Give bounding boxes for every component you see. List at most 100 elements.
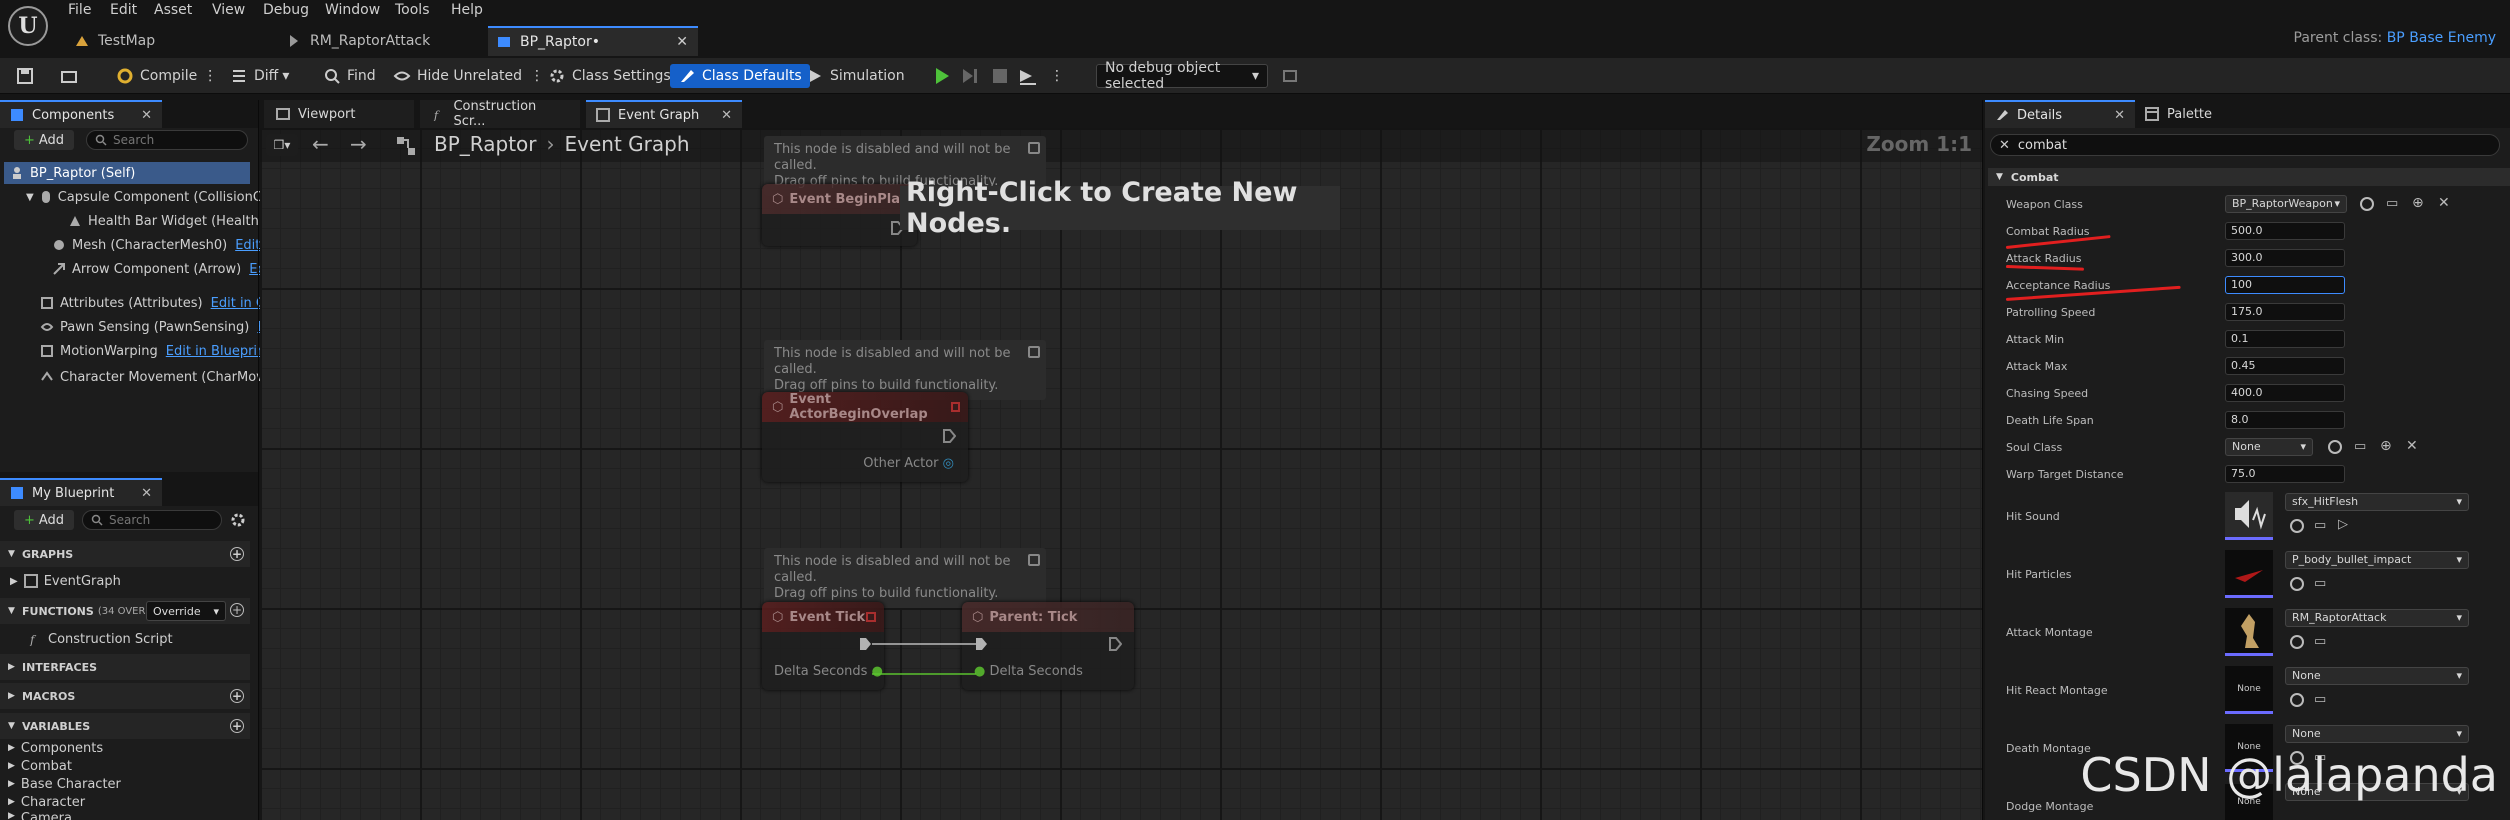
hit-react-montage-dropdown[interactable]: None ▾ [2285,667,2469,685]
component-motion-warping[interactable]: MotionWarping Edit in Blueprint [40,340,270,362]
acceptance-radius-field[interactable]: 100 [2225,276,2345,294]
hit-sound-dropdown[interactable]: sfx_HitFlesh ▾ [2285,493,2469,511]
component-character-movement[interactable]: Character Movement (CharMove [40,366,272,388]
exec-pin-icon[interactable] [1108,636,1122,652]
folder-icon[interactable]: ▭ [2314,518,2326,533]
node-event-beginplay[interactable]: ⬡ Event BeginPlay [762,184,917,246]
class-settings-button[interactable]: Class Settings [548,64,671,88]
compile-button[interactable]: Compile ⋮ [116,64,217,88]
menu-view[interactable]: View [212,2,245,20]
component-mesh[interactable]: Mesh (CharacterMesh0) Edit in [52,234,276,256]
breadcrumb-graph[interactable]: Event Graph [565,132,690,156]
browse-icon[interactable] [2290,519,2304,533]
details-search-input[interactable] [2017,137,2458,153]
component-self[interactable]: BP_Raptor (Self) [4,162,250,184]
close-icon[interactable]: ✕ [141,486,152,501]
components-tab[interactable]: Components ✕ [0,100,162,128]
soul-class-dropdown[interactable]: None ▾ [2225,438,2313,456]
folder-icon[interactable]: ▭ [2354,439,2366,454]
folder-icon[interactable]: ▭ [2314,634,2326,649]
delegate-pin-icon[interactable] [866,612,876,622]
combat-section-header[interactable]: ▼ Combat [1988,168,2510,186]
play-sound-icon[interactable]: ▷ [2338,517,2348,532]
doc-tab-bp-raptor[interactable]: BP_Raptor• ✕ [488,26,698,56]
debug-filter-icon[interactable] [1282,64,1304,88]
attack-montage-thumbnail[interactable] [2225,608,2273,656]
close-tab-icon[interactable]: ✕ [676,34,688,50]
close-icon[interactable]: ✕ [141,108,152,123]
viewport-tab[interactable]: Viewport [264,100,414,128]
parent-class-link[interactable]: BP Base Enemy [2387,30,2496,46]
interfaces-section[interactable]: ▶ INTERFACES [0,654,250,680]
eject-icon[interactable] [1018,64,1046,88]
doc-tab-rm-raptorattack[interactable]: RM_RaptorAttack [278,26,478,56]
warp-target-distance-field[interactable]: 75.0 [2225,465,2345,483]
my-blueprint-search[interactable] [82,510,222,530]
add-function-icon[interactable]: + [230,603,244,617]
hit-particles-dropdown[interactable]: P_body_bullet_impact ▾ [2285,551,2469,569]
back-arrow-icon[interactable]: ← [312,132,329,156]
event-graph-item[interactable]: ▶ EventGraph [10,570,121,592]
menu-tools[interactable]: Tools [395,2,430,20]
death-montage-dropdown[interactable]: None ▾ [2285,725,2469,743]
class-defaults-button[interactable]: Class Defaults [670,64,810,88]
simulation-button[interactable]: Simulation [806,64,905,88]
chasing-speed-field[interactable]: 400.0 [2225,384,2345,402]
add-member-button[interactable]: + Add [14,510,74,530]
exec-pin-icon[interactable] [942,428,956,444]
add-variable-icon[interactable]: + [230,719,244,733]
hit-react-montage-thumbnail[interactable]: None [2225,666,2273,714]
clear-search-icon[interactable]: ✕ [1999,138,2010,153]
attack-max-field[interactable]: 0.45 [2225,357,2345,375]
folder-icon[interactable]: ▭ [2314,576,2326,591]
attack-min-field[interactable]: 0.1 [2225,330,2345,348]
attack-radius-field[interactable]: 300.0 [2225,249,2345,267]
delta-seconds-pin[interactable]: ● Delta Seconds [974,664,1083,679]
stop-icon[interactable] [990,64,1016,88]
menu-file[interactable]: File [68,2,91,20]
graphs-section[interactable]: ▼ GRAPHS + [0,541,250,567]
macros-section[interactable]: ▶ MACROS + [0,683,250,709]
find-button[interactable]: Find [323,64,376,88]
construction-script-item[interactable]: f Construction Script [28,628,173,650]
play-icon[interactable] [932,64,958,88]
details-search[interactable]: ✕ [1990,134,2500,156]
hit-particles-thumbnail[interactable] [2225,550,2273,598]
save-icon[interactable] [16,64,40,88]
components-search[interactable] [86,130,248,150]
event-graph-tab[interactable]: Event Graph ✕ [586,100,742,128]
variable-category-camera[interactable]: ▶ Camera [8,811,72,820]
weapon-class-dropdown[interactable]: BP_RaptorWeapon ▾ [2225,195,2347,213]
my-blueprint-search-input[interactable] [109,513,209,527]
browse-icon[interactable] [2290,635,2304,649]
step-icon[interactable] [960,64,986,88]
close-icon[interactable]: ✕ [2114,108,2125,123]
bookmark-icon[interactable]: ❒▾ [266,134,298,156]
component-attributes[interactable]: Attributes (Attributes) Edit in C++ [40,292,287,314]
close-icon[interactable]: ✕ [721,108,732,123]
construction-script-tab[interactable]: f Construction Scr... [420,99,580,129]
menu-edit[interactable]: Edit [110,2,137,20]
unreal-logo-icon[interactable]: U [8,6,48,46]
delta-seconds-pin[interactable]: Delta Seconds ● [774,664,883,679]
browse-icon[interactable] [2290,577,2304,591]
menu-help[interactable]: Help [451,2,483,20]
delegate-pin-icon[interactable] [950,402,960,412]
combat-radius-field[interactable]: 500.0 [2225,222,2345,240]
death-life-span-field[interactable]: 8.0 [2225,411,2345,429]
component-arrow[interactable]: Arrow Component (Arrow)Edit [52,258,274,280]
menu-asset[interactable]: Asset [154,2,192,20]
details-tab[interactable]: Details ✕ [1985,100,2135,128]
variables-section[interactable]: ▼ VARIABLES + [0,713,250,739]
node-event-tick[interactable]: ⬡ Event Tick Delta Seconds ● [762,602,884,690]
clear-icon[interactable]: ✕ [2438,195,2450,211]
attack-montage-dropdown[interactable]: RM_RaptorAttack ▾ [2285,609,2469,627]
browse-icon[interactable] [2360,197,2374,211]
hide-unrelated-button[interactable]: Hide Unrelated ⋮ [393,64,544,88]
component-capsule[interactable]: ▼ Capsule Component (CollisionCyli [26,186,277,208]
play-options-icon[interactable]: ⋮ [1050,64,1064,88]
component-pawn-sensing[interactable]: Pawn Sensing (PawnSensing)Ec [40,316,273,338]
add-macro-icon[interactable]: + [230,689,244,703]
override-dropdown[interactable]: Override ▾ [146,601,226,621]
debug-object-dropdown[interactable]: No debug object selected ▾ [1096,60,1268,92]
